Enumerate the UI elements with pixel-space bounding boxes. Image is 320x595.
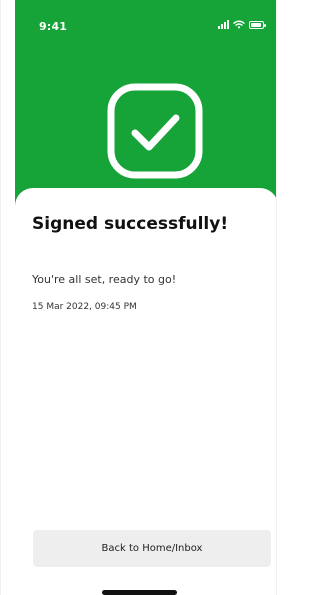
back-to-home-button[interactable]: Back to Home/Inbox <box>33 530 271 567</box>
success-message: You're all set, ready to go! <box>32 273 177 286</box>
status-time: 9:41 <box>39 20 68 33</box>
success-screen: 9:41 Signed successfully! You're all set… <box>0 0 277 595</box>
wifi-icon <box>233 20 245 29</box>
home-indicator <box>102 590 177 595</box>
check-square-icon <box>107 83 203 179</box>
success-title: Signed successfully! <box>32 214 229 234</box>
signed-timestamp: 15 Mar 2022, 09:45 PM <box>32 302 137 312</box>
status-bar: 9:41 <box>15 0 276 40</box>
signal-icon <box>218 20 229 29</box>
status-icons <box>218 20 266 29</box>
battery-icon <box>249 20 266 29</box>
